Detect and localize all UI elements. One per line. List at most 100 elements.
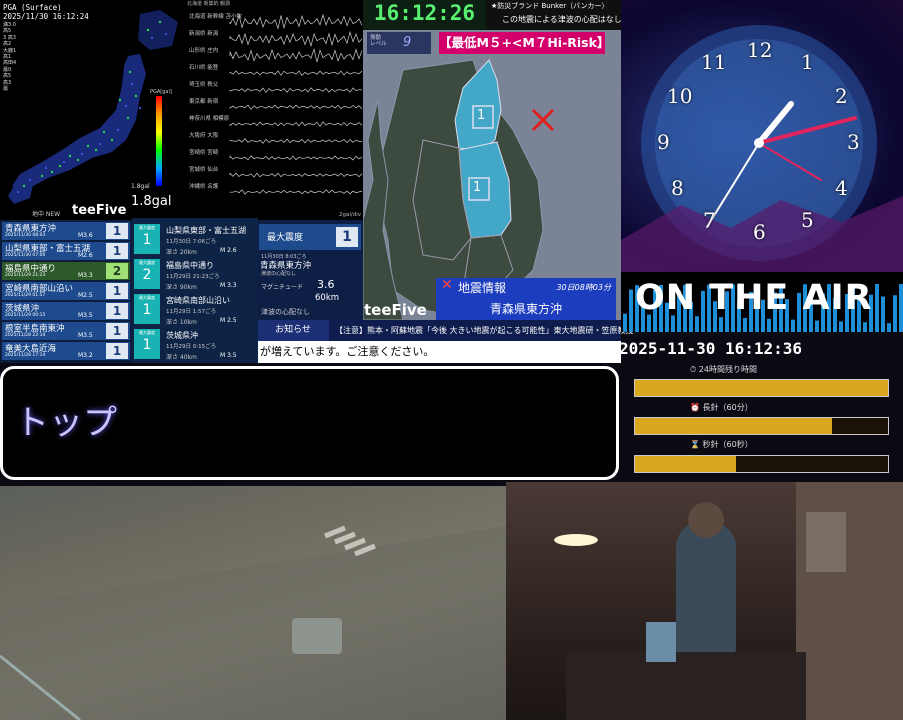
hourglass-icon: ⌛ (690, 440, 703, 449)
clock-number: 9 (657, 130, 670, 154)
quake-magnitude: M3.3 (78, 272, 93, 279)
waveform-trace (230, 49, 362, 62)
audio-bar (881, 297, 885, 332)
audio-bar (743, 318, 747, 332)
quake-list-item[interactable]: 茨城県沖 2025/11/29 00:15 M3.5 1 (2, 302, 130, 320)
quake-magnitude: M3.2 (78, 352, 93, 359)
pga-colorbar (156, 96, 162, 186)
detail-magnitude: M 3.5 (220, 352, 237, 359)
progress-label: ⏰ 長針（60分） (690, 402, 753, 413)
quake-info-region: 青森県東方沖 (436, 300, 616, 317)
waveform-scale: 2gal/div (339, 212, 361, 218)
waveform-trace (230, 15, 362, 28)
quake-list-item[interactable]: 宮崎県南部山沿い 2025/11/29 01:57 M2.5 1 (2, 282, 130, 300)
quake-date: 2025/11/29 21:23 (5, 273, 45, 278)
quake-intensity: 1 (106, 223, 128, 239)
detail-magnitude: M 2.6 (220, 247, 237, 254)
on-air-datetime: 2025-11-30 16:12:36 (619, 339, 802, 358)
seismic-map-panel: PGA (Surface) 2025/11/30 16:12:24 満3.0 高5… (0, 0, 185, 220)
quake-list-item[interactable]: 山梨県東部・富士五湖 2025/11/30 07:00 M2.6 1 (2, 242, 130, 260)
progress-bar (634, 455, 889, 473)
quake-info-title: 地震情報 (458, 279, 506, 296)
quake-detail-item[interactable]: 最大震度 2 福島県中通り 11月29日 21:23ごろ 深さ 90km M 3.3 (134, 255, 258, 289)
quake-intensity: 2 (106, 263, 128, 279)
detail-date: 11月29日 21:23ごろ (166, 272, 220, 280)
quake-intensity: 1 (106, 323, 128, 339)
tohoku-map-panel: 1 1 振動 レベル 9 【最低M５+<M７Hi-Risk】 (363, 30, 621, 320)
progress-bar (634, 379, 889, 397)
audio-bar (887, 323, 891, 332)
station-label: 宮城県 仙台 (189, 165, 218, 173)
waveform-trace (230, 156, 362, 160)
detail-intensity: 最大震度 1 (134, 329, 160, 359)
station-label: 石川県 能登 (189, 63, 218, 71)
bunker-title: ★防災ブランド Bunker（バンカー） (491, 1, 609, 11)
station-label: 埼玉県 秩父 (189, 80, 218, 88)
vibration-level-value: 9 (403, 35, 411, 50)
station-label: 東京都 新宿 (189, 97, 218, 105)
audio-bar (875, 284, 879, 332)
notice-text: 【注意】熊本・阿蘇地震「今後 大きい地震が起こる可能性」東大地震研・笠原教授 (335, 320, 634, 341)
detail-magnitude: M 2.5 (220, 317, 237, 324)
progress-fill (635, 380, 888, 396)
quake-list: 青森県東方沖 2025/11/30 08:03 M3.6 1 山梨県東部・富士五湖 202… (0, 220, 132, 363)
clock-number: 7 (703, 208, 716, 232)
quake-info-box: ✕ 地震情報 30日08時03分 青森県東方沖 (436, 278, 616, 320)
progress-fill (635, 456, 736, 472)
notice-bar: お知らせ 【注意】熊本・阿蘇地震「今後 大きい地震が起こる可能性」東大地震研・笠… (257, 320, 621, 341)
quake-detail-item[interactable]: 最大震度 1 山梨県東部・富士五湖 11月30日 7:06ごろ 深さ 20km M 2.6 (134, 220, 258, 254)
street-camera-feed (0, 486, 506, 720)
quake-detail-item[interactable]: 最大震度 1 宮崎県南部山沿い 11月29日 1:57ごろ 深さ 10km M 2.5 (134, 290, 258, 324)
station-label: 山形県 庄内 (189, 46, 218, 54)
waveform-trace (230, 32, 362, 46)
detail-date: 11月29日 1:57ごろ (166, 307, 216, 315)
notice-label: お知らせ (257, 320, 329, 341)
tsunami-status: 津波の心配なし (261, 307, 310, 317)
audio-bar (767, 319, 771, 332)
quake-list-item[interactable]: 福島県中通り 2025/11/29 21:23 M3.3 2 (2, 262, 130, 280)
progress-label: ⏱ 24時間残り時間 (690, 364, 757, 375)
message-text: トップ (15, 395, 117, 444)
pga-value: 1.8gal (131, 194, 172, 209)
quake-intensity: 1 (106, 243, 128, 259)
station-label: 北海道 新幹線 苫小牧 (189, 12, 242, 20)
magnitude-value: 3.6 (317, 278, 335, 291)
quake-list-item[interactable]: 根室半島南東沖 2025/11/28 22:14 M3.5 1 (2, 322, 130, 340)
quake-date: 2025/11/30 08:03 (5, 233, 45, 238)
quake-detail-item[interactable]: 最大震度 1 茨城県沖 11月29日 0:15ごろ 深さ 40km M 3.5 (134, 325, 258, 359)
waveform-trace (230, 88, 362, 93)
vibration-level-label: 振動 レベル (370, 35, 387, 47)
max-intensity-value: 1 (336, 227, 358, 247)
quake-list-item[interactable]: 奄美大島近海 2025/11/28 17:14 M3.2 1 (2, 342, 130, 360)
quake-date: 2025/11/29 00:15 (5, 313, 45, 318)
max-intensity-row: 最大震度 1 (259, 224, 361, 250)
quake-magnitude: M3.6 (78, 232, 93, 239)
quake-intensity: 1 (106, 283, 128, 299)
audio-bar (629, 290, 633, 332)
detail-intensity: 最大震度 2 (134, 259, 160, 289)
pga-small-value: 1.8gal (131, 183, 150, 190)
quake-date: 2025/11/28 22:14 (5, 333, 45, 338)
station-label: 神奈川県 相模原 (189, 114, 229, 122)
progress-fill (635, 418, 832, 434)
magnitude-label: マグニチュード (261, 282, 303, 291)
audio-bar (695, 316, 699, 332)
room-camera-feed (506, 482, 903, 720)
quake-magnitude: M3.5 (78, 332, 93, 339)
teefive-logo: teeFive (364, 301, 427, 319)
detail-region: 宮崎県南部山沿い (166, 295, 230, 306)
detail-depth: 深さ 40km (166, 352, 197, 361)
audio-bar (815, 321, 819, 332)
clock-time: 16:12:26 (363, 1, 486, 25)
clock-number: 5 (801, 208, 814, 232)
max-intensity-label: 最大震度 (267, 230, 303, 243)
audio-bar (623, 314, 627, 332)
clock-number: 6 (753, 220, 766, 244)
quake-list-item[interactable]: 青森県東方沖 2025/11/30 08:03 M3.6 1 (2, 222, 130, 240)
station-label: 新潟県 新潟 (189, 29, 218, 37)
depth-value: 60km (315, 293, 339, 303)
detail-magnitude: M 3.3 (220, 282, 237, 289)
progress-bar (634, 417, 889, 435)
audio-bar (863, 322, 867, 332)
audio-bar (839, 321, 843, 332)
